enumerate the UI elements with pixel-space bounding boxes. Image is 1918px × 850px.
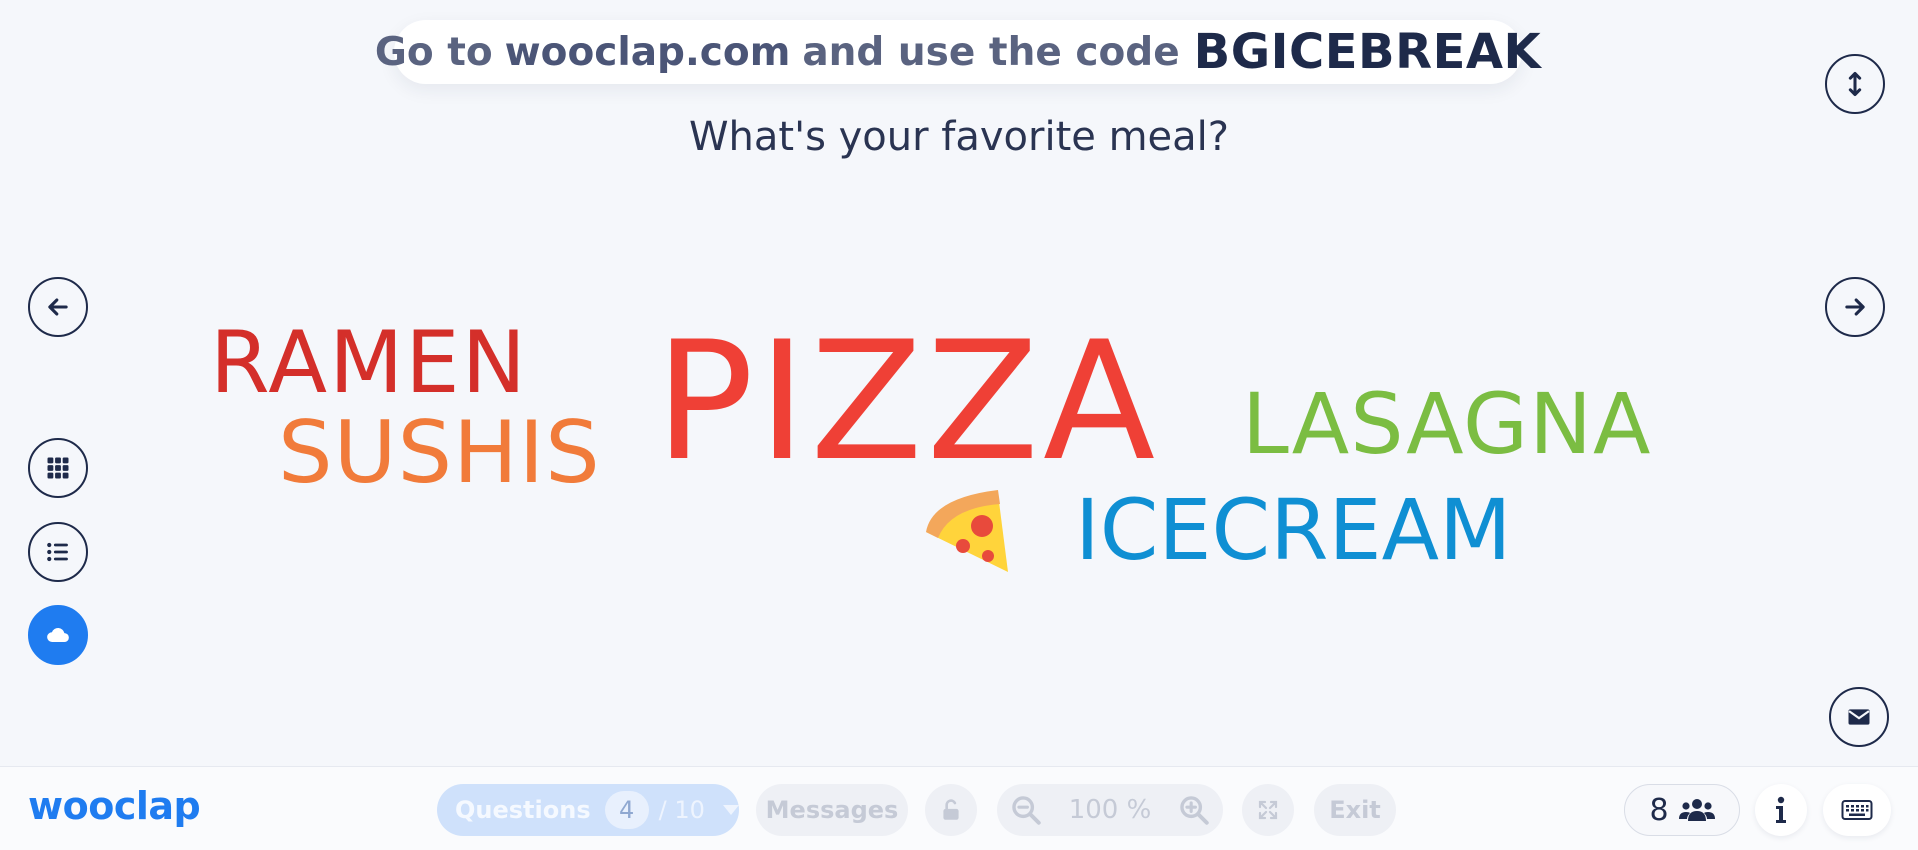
cloud-icon	[47, 628, 69, 643]
keyboard-shortcuts-button[interactable]	[1823, 784, 1891, 836]
messages-tab-button[interactable]: Messages	[756, 784, 908, 836]
current-question-number: 4	[604, 791, 649, 829]
banner-middle: and use the code	[802, 29, 1180, 75]
info-icon	[1776, 796, 1786, 823]
word-cloud-view-button[interactable]	[28, 605, 88, 665]
zoom-level: 100 %	[1068, 795, 1152, 825]
total-questions: / 10	[658, 796, 705, 824]
wooclap-logo: wooclap	[28, 784, 201, 828]
grid-view-button[interactable]	[28, 438, 88, 498]
vertical-resize-icon	[1848, 71, 1862, 97]
pizza-slice-icon	[926, 490, 1008, 572]
participants-button[interactable]: 8	[1624, 784, 1740, 836]
grid-icon	[47, 457, 69, 479]
chevron-down-icon	[722, 805, 739, 815]
zoom-in-icon[interactable]	[1177, 793, 1211, 827]
word-lasagna: LASAGNA	[1242, 375, 1652, 473]
word-sushis: SUSHIS	[278, 403, 601, 503]
questions-dropdown[interactable]: Questions 4 / 10	[437, 784, 739, 836]
arrow-left-icon	[48, 298, 68, 316]
zoom-controls: 100 %	[997, 784, 1223, 836]
keyboard-icon	[1841, 800, 1873, 820]
next-button[interactable]	[1825, 277, 1885, 337]
word-icecream: ICECREAM	[1075, 481, 1512, 579]
arrow-right-icon	[1845, 298, 1865, 316]
questions-label: Questions	[455, 796, 591, 824]
banner-site: wooclap.com	[504, 29, 791, 75]
previous-button[interactable]	[28, 277, 88, 337]
users-icon	[1678, 799, 1715, 821]
list-icon	[47, 542, 68, 562]
zoom-out-icon[interactable]	[1009, 793, 1043, 827]
fullscreen-icon	[1258, 800, 1278, 820]
unlock-icon	[943, 799, 959, 820]
join-code-banner: Go to wooclap.com and use the code BGICE…	[375, 20, 1541, 84]
envelope-icon	[1848, 709, 1870, 725]
messages-button[interactable]	[1829, 687, 1889, 747]
word-ramen: RAMEN	[210, 313, 528, 413]
join-code: BGICEBREAK	[1193, 24, 1542, 80]
fullscreen-button[interactable]	[1242, 784, 1294, 836]
participant-count: 8	[1649, 792, 1669, 828]
question-title: What's your favorite meal?	[688, 114, 1230, 160]
banner-prefix: Go to	[374, 29, 493, 75]
info-button[interactable]	[1755, 784, 1807, 836]
exit-button[interactable]: Exit	[1314, 784, 1396, 836]
list-view-button[interactable]	[28, 522, 88, 582]
word-pizza: PIZZA	[655, 306, 1160, 497]
lock-button[interactable]	[925, 784, 977, 836]
resize-button[interactable]	[1825, 54, 1885, 114]
